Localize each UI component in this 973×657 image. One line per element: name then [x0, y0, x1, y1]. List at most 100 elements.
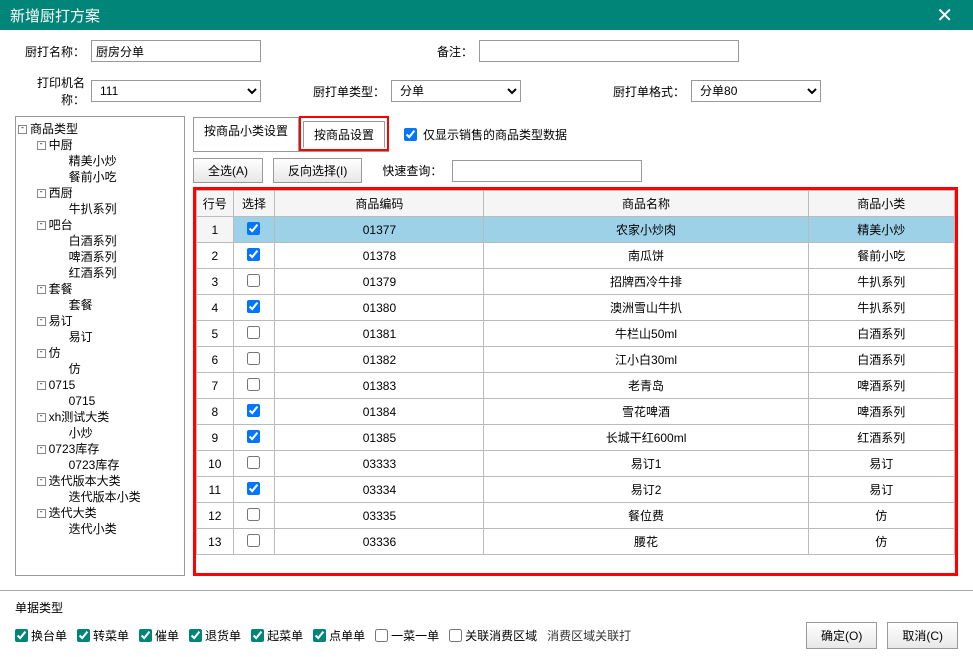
footer-checkbox[interactable] [375, 629, 388, 642]
footer-checkbox[interactable] [449, 629, 462, 642]
row-select-cell[interactable] [233, 399, 275, 425]
tree-toggle-icon[interactable]: - [37, 349, 46, 358]
table-row[interactable]: 4 01380 澳洲雪山牛扒 牛扒系列 [197, 295, 955, 321]
cancel-button[interactable]: 取消(C) [887, 622, 958, 649]
row-checkbox[interactable] [247, 378, 260, 391]
row-checkbox[interactable] [247, 404, 260, 417]
tree-node[interactable]: 套餐 [48, 281, 73, 297]
tree-toggle-icon[interactable]: - [18, 125, 27, 134]
col-code[interactable]: 商品编码 [275, 191, 484, 217]
tree-node[interactable]: 迭代小类 [68, 521, 117, 537]
tree-toggle-icon[interactable]: - [37, 285, 46, 294]
footer-check[interactable]: 催单 [139, 627, 179, 644]
row-select-cell[interactable] [233, 347, 275, 373]
tree-node[interactable]: 0723库存 [48, 441, 100, 457]
remark-input[interactable] [479, 40, 739, 62]
table-row[interactable]: 1 01377 农家小炒肉 精美小炒 [197, 217, 955, 243]
col-index[interactable]: 行号 [197, 191, 234, 217]
row-select-cell[interactable] [233, 243, 275, 269]
footer-check[interactable]: 退货单 [189, 627, 241, 644]
tree-toggle-icon[interactable]: - [37, 221, 46, 230]
footer-check[interactable]: 起菜单 [251, 627, 303, 644]
row-select-cell[interactable] [233, 269, 275, 295]
row-checkbox[interactable] [247, 274, 260, 287]
tree-node[interactable]: 迭代版本大类 [48, 473, 121, 489]
ok-button[interactable]: 确定(O) [806, 622, 877, 649]
table-row[interactable]: 13 03336 腰花 仿 [197, 529, 955, 555]
tree-node[interactable]: 商品类型 [29, 121, 78, 137]
row-checkbox[interactable] [247, 248, 260, 261]
footer-checkbox[interactable] [189, 629, 202, 642]
col-name[interactable]: 商品名称 [484, 191, 808, 217]
category-tree[interactable]: -商品类型 -中厨 精美小炒 餐前小吃 -西厨 牛扒系列 -吧台 白酒系列 啤酒… [15, 116, 185, 576]
row-select-cell[interactable] [233, 425, 275, 451]
select-all-button[interactable]: 全选(A) [193, 158, 263, 183]
tree-node[interactable]: 迭代版本小类 [68, 489, 141, 505]
footer-check[interactable]: 换台单 [15, 627, 67, 644]
footer-check[interactable]: 关联消费区域 [449, 627, 537, 644]
table-row[interactable]: 10 03333 易订1 易订 [197, 451, 955, 477]
table-row[interactable]: 7 01383 老青岛 啤酒系列 [197, 373, 955, 399]
row-checkbox[interactable] [247, 300, 260, 313]
tree-node[interactable]: 西厨 [48, 185, 73, 201]
tree-node[interactable]: 易订 [48, 313, 73, 329]
row-select-cell[interactable] [233, 477, 275, 503]
tree-toggle-icon[interactable]: - [37, 477, 46, 486]
tree-toggle-icon[interactable]: - [37, 509, 46, 518]
tree-node[interactable]: 仿 [48, 345, 61, 361]
tree-node[interactable]: 牛扒系列 [68, 201, 117, 217]
row-checkbox[interactable] [247, 352, 260, 365]
row-checkbox[interactable] [247, 508, 260, 521]
tree-node[interactable]: 餐前小吃 [68, 169, 117, 185]
quick-search-input[interactable] [452, 160, 642, 182]
row-checkbox[interactable] [247, 430, 260, 443]
tree-node[interactable]: 精美小炒 [68, 153, 117, 169]
tab-by-product[interactable]: 按商品设置 [303, 121, 385, 148]
show-sale-only-checkbox[interactable] [404, 128, 417, 141]
row-select-cell[interactable] [233, 373, 275, 399]
footer-checkbox[interactable] [313, 629, 326, 642]
tree-toggle-icon[interactable]: - [37, 141, 46, 150]
close-icon[interactable]: ✕ [926, 3, 963, 28]
row-select-cell[interactable] [233, 503, 275, 529]
table-row[interactable]: 11 03334 易订2 易订 [197, 477, 955, 503]
col-category[interactable]: 商品小类 [808, 191, 954, 217]
tab-by-category[interactable]: 按商品小类设置 [193, 117, 299, 152]
row-select-cell[interactable] [233, 295, 275, 321]
tree-node[interactable]: 迭代大类 [48, 505, 97, 521]
row-checkbox[interactable] [247, 482, 260, 495]
footer-check[interactable]: 点单单 [313, 627, 365, 644]
footer-check[interactable]: 转菜单 [77, 627, 129, 644]
row-select-cell[interactable] [233, 451, 275, 477]
tree-toggle-icon[interactable]: - [37, 413, 46, 422]
tree-node[interactable]: 小炒 [68, 425, 93, 441]
tree-node[interactable]: 0715 [68, 393, 96, 409]
invert-select-button[interactable]: 反向选择(I) [273, 158, 362, 183]
tree-node[interactable]: 套餐 [68, 297, 93, 313]
table-row[interactable]: 12 03335 餐位费 仿 [197, 503, 955, 529]
show-sale-only-check[interactable]: 仅显示销售的商品类型数据 [404, 126, 567, 143]
footer-checkbox[interactable] [251, 629, 264, 642]
tree-node[interactable]: 中厨 [48, 137, 73, 153]
col-select[interactable]: 选择 [233, 191, 275, 217]
row-select-cell[interactable] [233, 529, 275, 555]
row-select-cell[interactable] [233, 321, 275, 347]
row-checkbox[interactable] [247, 222, 260, 235]
name-input[interactable] [91, 40, 261, 62]
footer-checkbox[interactable] [77, 629, 90, 642]
footer-checkbox[interactable] [139, 629, 152, 642]
tree-node[interactable]: 仿 [68, 361, 81, 377]
table-row[interactable]: 9 01385 长城干红600ml 红酒系列 [197, 425, 955, 451]
format-select[interactable]: 分单80 [691, 80, 821, 102]
tree-node[interactable]: 白酒系列 [68, 233, 117, 249]
printer-select[interactable]: 111 [91, 80, 261, 102]
type-select[interactable]: 分单 [391, 80, 521, 102]
tree-toggle-icon[interactable]: - [37, 445, 46, 454]
tree-node[interactable]: 吧台 [48, 217, 73, 233]
tree-toggle-icon[interactable]: - [37, 381, 46, 390]
region-link-label[interactable]: 消费区域关联打 [547, 627, 631, 644]
tree-node[interactable]: 0723库存 [68, 457, 120, 473]
footer-checkbox[interactable] [15, 629, 28, 642]
tree-node[interactable]: 红酒系列 [68, 265, 117, 281]
row-checkbox[interactable] [247, 456, 260, 469]
